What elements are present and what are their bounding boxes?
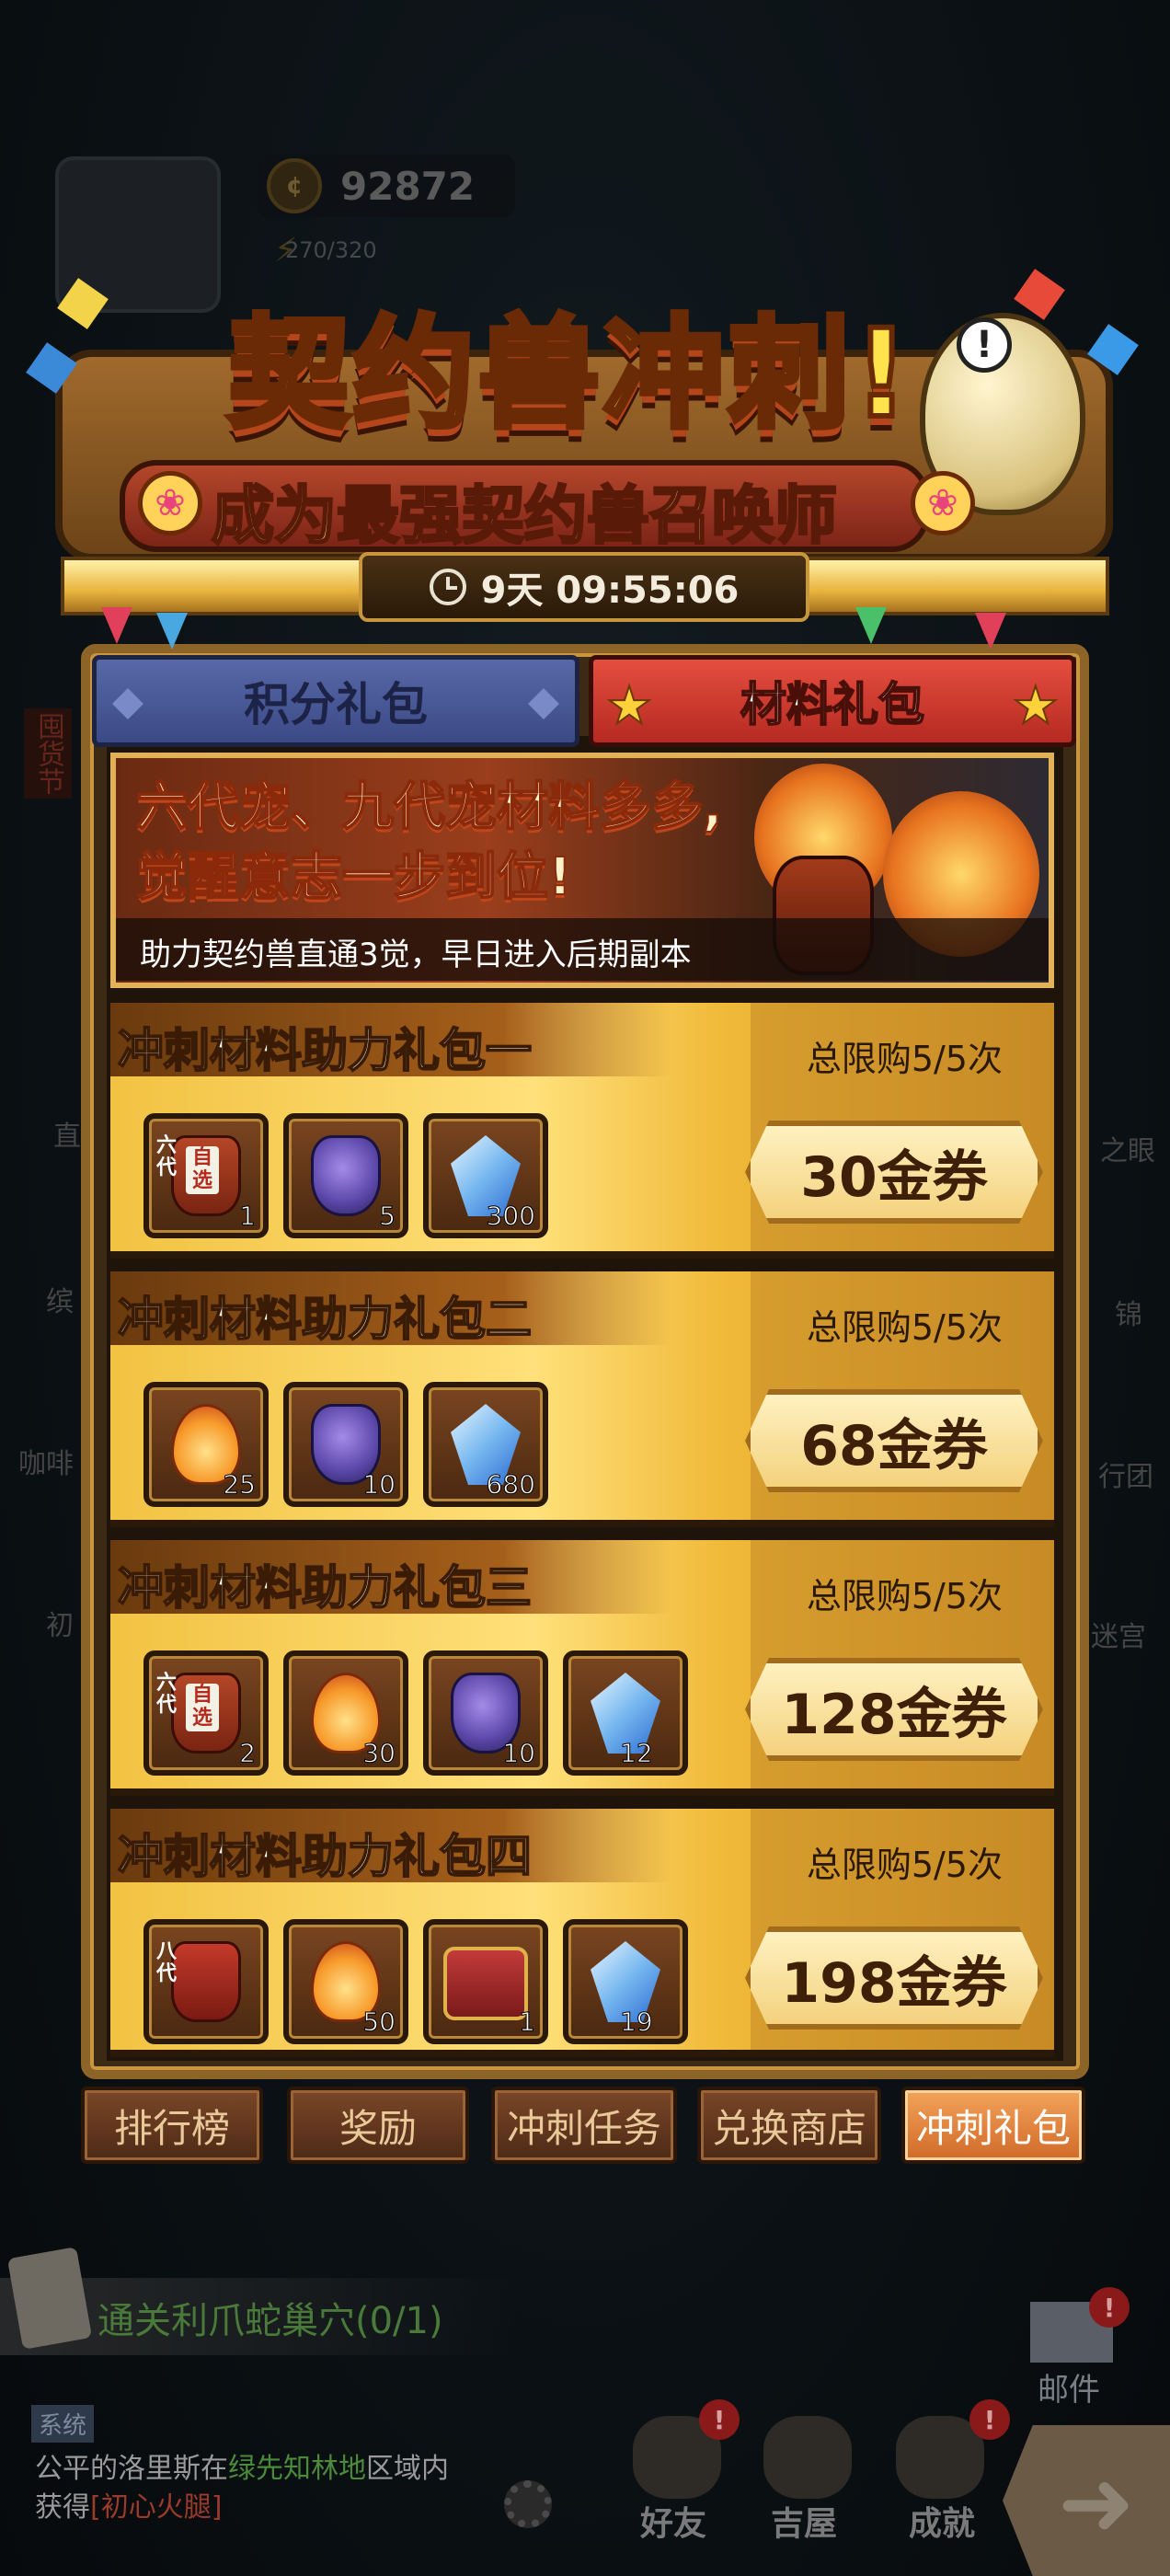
house-icon[interactable] — [763, 2416, 852, 2499]
price-button[interactable]: 68金券 — [745, 1389, 1043, 1492]
item-slot[interactable]: 680 — [423, 1382, 548, 1507]
item-slot[interactable]: 30 — [283, 1650, 408, 1776]
price-button[interactable]: 198金券 — [745, 1926, 1043, 2030]
purchase-limit: 总限购5/5次 — [806, 1039, 1003, 1079]
item-slot[interactable]: 六代 自选 1 — [143, 1113, 269, 1238]
item-slot[interactable]: 50 — [283, 1919, 408, 2044]
item-slot[interactable]: 19 — [563, 1919, 688, 2044]
nav-sprint-tasks[interactable]: 冲刺任务 — [491, 2087, 677, 2164]
mail-label[interactable]: 邮件 — [1038, 2364, 1100, 2409]
tab-material-pack[interactable]: ★ 材料礼包 ★ — [589, 655, 1076, 747]
item-slot[interactable]: 10 — [283, 1382, 408, 1507]
diamond-icon — [528, 688, 559, 719]
tab-label: 材料礼包 — [740, 677, 925, 732]
item-slot[interactable]: 八代 — [143, 1919, 269, 2044]
price-button[interactable]: 128金券 — [745, 1658, 1043, 1761]
notification-badge: ! — [699, 2399, 740, 2440]
promo-title: 六代宠、九代宠材料多多, 觉醒意志一步到位! — [135, 773, 723, 913]
nav-sprint-pack[interactable]: 冲刺礼包 — [901, 2087, 1085, 2164]
promo-line-1: 六代宠、九代宠材料多多, — [135, 776, 723, 838]
price-button[interactable]: 30金券 — [745, 1121, 1043, 1224]
item-slot[interactable]: 10 — [423, 1650, 548, 1776]
item-slot[interactable]: 1 — [423, 1919, 548, 2044]
promo-subtitle: 助力契约兽直通3觉，早日进入后期副本 — [140, 937, 692, 973]
nav-rewards[interactable]: 奖励 — [287, 2087, 469, 2164]
package-title: 冲刺材料助力礼包二 — [117, 1292, 533, 1347]
tab-points-pack[interactable]: 积分礼包 — [92, 655, 579, 747]
purchase-limit: 总限购5/5次 — [806, 1307, 1003, 1348]
package-card: 冲刺材料助力礼包四 总限购5/5次 八代 50 1 19 198金券 — [110, 1809, 1054, 2057]
package-items-scroll[interactable]: 八代 50 1 19 — [143, 1919, 754, 2048]
eight-gen-jar-icon — [171, 1941, 241, 2022]
purchase-limit: 总限购5/5次 — [806, 1576, 1003, 1616]
chat-item-link[interactable]: [初心火腿] — [90, 2491, 222, 2524]
item-slot[interactable]: 25 — [143, 1382, 269, 1507]
timer-text: 9天 09:55:06 — [480, 569, 740, 612]
package-title: 冲刺材料助力礼包四 — [117, 1829, 533, 1884]
package-items: 25 10 680 — [143, 1382, 751, 1511]
arrow-right-icon: ➜ — [1058, 2449, 1135, 2557]
diamond-icon — [112, 688, 143, 719]
friends-label[interactable]: 好友 — [640, 2497, 706, 2545]
house-label[interactable]: 吉屋 — [771, 2497, 837, 2545]
clock-icon — [429, 569, 466, 605]
tab-label: 积分礼包 — [244, 678, 428, 731]
event-subtitle: 成为最强契约兽召唤师 — [210, 479, 838, 555]
notification-badge: ! — [1089, 2287, 1130, 2328]
purchase-limit: 总限购5/5次 — [806, 1845, 1003, 1885]
nav-ranking[interactable]: 排行榜 — [81, 2087, 263, 2164]
chat-place-link[interactable]: 绿先知林地 — [228, 2453, 366, 2485]
package-card: 冲刺材料助力礼包二 总限购5/5次 25 10 680 68金券 — [110, 1271, 1054, 1527]
star-icon: ★ — [1012, 675, 1060, 737]
item-slot[interactable]: 300 — [423, 1113, 548, 1238]
countdown-timer: 9天 09:55:06 — [359, 552, 809, 622]
achievements-label[interactable]: 成就 — [909, 2497, 975, 2545]
package-title: 冲刺材料助力礼包一 — [117, 1023, 533, 1078]
quest-text[interactable]: 通关利爪蛇巢穴(0/1) — [98, 2291, 443, 2344]
nav-exchange-shop[interactable]: 兑换商店 — [697, 2087, 881, 2164]
event-title: 契约兽冲刺! — [225, 301, 913, 448]
chat-line-1[interactable]: 公平的洛里斯在绿先知林地区域内 — [35, 2445, 449, 2486]
notification-badge: ! — [969, 2399, 1010, 2440]
purple-vase-icon — [311, 1135, 381, 1216]
package-items-scroll[interactable]: 六代 自选 2 30 10 12 — [143, 1650, 754, 1779]
promo-line-2: 觉醒意志一步到位! — [135, 846, 573, 908]
package-card: 冲刺材料助力礼包三 总限购5/5次 六代 自选 2 30 10 12 128金券 — [110, 1540, 1054, 1796]
star-icon: ★ — [605, 675, 653, 737]
item-slot[interactable]: 12 — [563, 1650, 688, 1776]
package-card: 冲刺材料助力礼包一 总限购5/5次 六代 自选 1 5 300 30金券 — [110, 1003, 1054, 1259]
treasure-chest-icon — [443, 1947, 528, 2020]
package-items: 六代 自选 1 5 300 — [143, 1113, 751, 1242]
chat-line-2[interactable]: 获得[初心火腿] — [35, 2484, 222, 2524]
package-title: 冲刺材料助力礼包三 — [117, 1560, 533, 1616]
system-chat-tag: 系统 — [31, 2405, 95, 2443]
item-slot[interactable]: 六代 自选 2 — [143, 1650, 269, 1776]
item-slot[interactable]: 5 — [283, 1113, 408, 1238]
gear-icon[interactable] — [504, 2480, 552, 2528]
